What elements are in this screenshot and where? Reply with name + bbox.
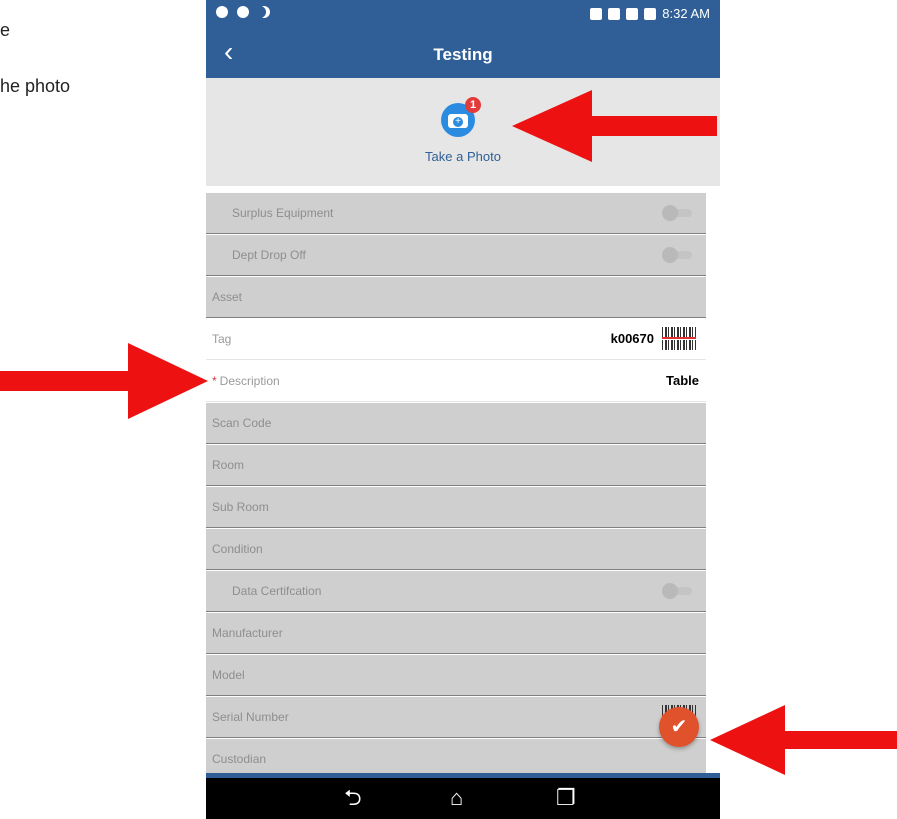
field-label-text: Scan Code — [212, 416, 272, 430]
moon-icon — [258, 6, 270, 18]
field-label-text: Room — [212, 458, 245, 472]
scan-line — [662, 337, 696, 339]
bluetooth-icon — [590, 7, 603, 20]
field-value[interactable]: k00670 — [611, 331, 654, 346]
barcode-bars — [662, 340, 696, 350]
toggle-knob — [662, 205, 678, 221]
location-icon — [216, 6, 228, 18]
field-label-text: Description — [219, 374, 280, 388]
field-value[interactable]: Table — [666, 373, 699, 388]
field-label-text: Surplus Equipment — [232, 206, 334, 220]
nav-back-icon[interactable]: ⮌ — [344, 786, 362, 810]
status-left-icons — [216, 6, 270, 18]
field-label: * Description — [212, 374, 280, 388]
field-label: Serial Number — [212, 710, 289, 724]
field-label-text: Sub Room — [212, 500, 269, 514]
field-label: Sub Room — [212, 500, 269, 514]
arrow-to-save — [710, 705, 897, 775]
toggle-knob — [662, 583, 678, 599]
field-label-text: Data Certifcation — [232, 584, 322, 598]
toggle-switch[interactable] — [662, 583, 692, 599]
battery-icon — [644, 7, 657, 20]
form-row-tag[interactable]: Tag k00670 — [206, 319, 706, 360]
field-label-text: Serial Number — [212, 710, 289, 724]
field-label: Surplus Equipment — [232, 206, 333, 220]
plus-icon: + — [453, 117, 463, 127]
field-label: Dept Drop Off — [232, 248, 306, 262]
required-asterisk: * — [212, 374, 217, 388]
form-row-condition[interactable]: Condition — [206, 529, 706, 570]
status-time: 8:32 AM — [662, 6, 710, 21]
field-label-text: Manufacturer — [212, 626, 283, 640]
field-label-text: Tag — [212, 332, 232, 346]
barcode-bars — [662, 327, 696, 337]
form-row-dept-drop-off[interactable]: Dept Drop Off — [206, 235, 706, 276]
form-row-sub-room[interactable]: Sub Room — [206, 487, 706, 528]
field-label: Model — [212, 668, 245, 682]
field-label: Scan Code — [212, 416, 271, 430]
photo-count-badge: 1 — [465, 97, 481, 113]
field-label: Condition — [212, 542, 263, 556]
field-label-text: Custodian — [212, 752, 267, 766]
field-label: Custodian — [212, 752, 266, 766]
status-bar: 8:32 AM — [206, 0, 720, 28]
field-label: Data Certifcation — [232, 584, 321, 598]
form-row-surplus-equipment[interactable]: Surplus Equipment — [206, 193, 706, 234]
take-photo-button[interactable]: + 1 — [441, 97, 481, 137]
barcode-scan-icon[interactable] — [662, 327, 696, 351]
field-label-text: Condition — [212, 542, 263, 556]
doc-text-line-2: he photo — [0, 76, 71, 96]
field-label: Asset — [212, 290, 242, 304]
app-header: ‹ Testing — [206, 28, 720, 78]
field-label-text: Model — [212, 668, 245, 682]
save-checkmark-button[interactable]: ✔ — [659, 707, 699, 747]
arrow-to-description — [0, 343, 208, 419]
page-title: Testing — [433, 45, 493, 64]
doc-text-line-1: e — [0, 20, 11, 40]
field-label: Manufacturer — [212, 626, 283, 640]
moon-icon — [608, 7, 621, 20]
form-row-data-certifcation[interactable]: Data Certifcation — [206, 571, 706, 612]
field-label: Room — [212, 458, 244, 472]
form-row-description[interactable]: * Description Table — [206, 361, 706, 402]
android-nav-bar: ⮌ ⌂ ❐ — [206, 778, 720, 819]
arrow-to-photo — [512, 90, 717, 162]
field-label: Tag — [212, 332, 231, 346]
toggle-switch[interactable] — [662, 205, 692, 221]
toggle-knob — [662, 247, 678, 263]
field-label-text: Dept Drop Off — [232, 248, 306, 262]
location-icon — [237, 6, 249, 18]
form-row-model[interactable]: Model — [206, 655, 706, 696]
status-right: 8:32 AM — [590, 6, 710, 21]
nav-recents-icon[interactable]: ❐ — [556, 786, 576, 810]
form-row-scan-code[interactable]: Scan Code — [206, 403, 706, 444]
form-row-serial-number[interactable]: Serial Number — [206, 697, 706, 738]
form-row-manufacturer[interactable]: Manufacturer — [206, 613, 706, 654]
wifi-icon — [626, 7, 639, 20]
nav-home-icon[interactable]: ⌂ — [450, 786, 463, 810]
form-row-asset[interactable]: Asset — [206, 277, 706, 318]
form-row-room[interactable]: Room — [206, 445, 706, 486]
field-label-text: Asset — [212, 290, 243, 304]
toggle-switch[interactable] — [662, 247, 692, 263]
